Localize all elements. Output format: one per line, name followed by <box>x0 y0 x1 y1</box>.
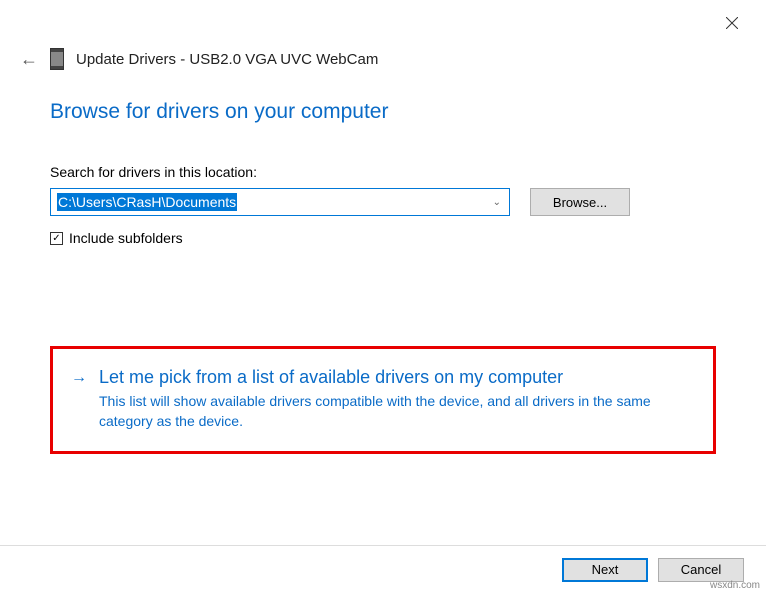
browse-button[interactable]: Browse... <box>530 188 630 216</box>
dialog-title: Update Drivers - USB2.0 VGA UVC WebCam <box>76 51 378 68</box>
driver-path-input[interactable]: C:\Users\CRasH\Documents ⌄ <box>50 188 510 216</box>
include-subfolders-label: Include subfolders <box>69 230 183 246</box>
back-arrow-icon[interactable]: ← <box>20 49 38 70</box>
pick-from-list-option[interactable]: → Let me pick from a list of available d… <box>50 346 716 454</box>
chevron-down-icon[interactable]: ⌄ <box>493 197 501 208</box>
option-description: This list will show available drivers co… <box>99 392 685 431</box>
search-label: Search for drivers in this location: <box>50 164 716 180</box>
option-title: Let me pick from a list of available dri… <box>99 367 685 388</box>
arrow-right-icon: → <box>71 369 87 431</box>
cancel-button[interactable]: Cancel <box>658 558 744 582</box>
dialog-footer: Next Cancel <box>0 545 766 593</box>
watermark: wsxdn.com <box>710 580 760 591</box>
path-text: C:\Users\CRasH\Documents <box>57 193 237 211</box>
close-button[interactable] <box>718 12 746 38</box>
next-button[interactable]: Next <box>562 558 648 582</box>
dialog-header: ← Update Drivers - USB2.0 VGA UVC WebCam <box>0 0 766 70</box>
page-heading: Browse for drivers on your computer <box>50 100 716 124</box>
device-icon <box>50 48 64 70</box>
checkbox-icon: ✓ <box>50 232 63 245</box>
include-subfolders-checkbox[interactable]: ✓ Include subfolders <box>50 230 716 246</box>
